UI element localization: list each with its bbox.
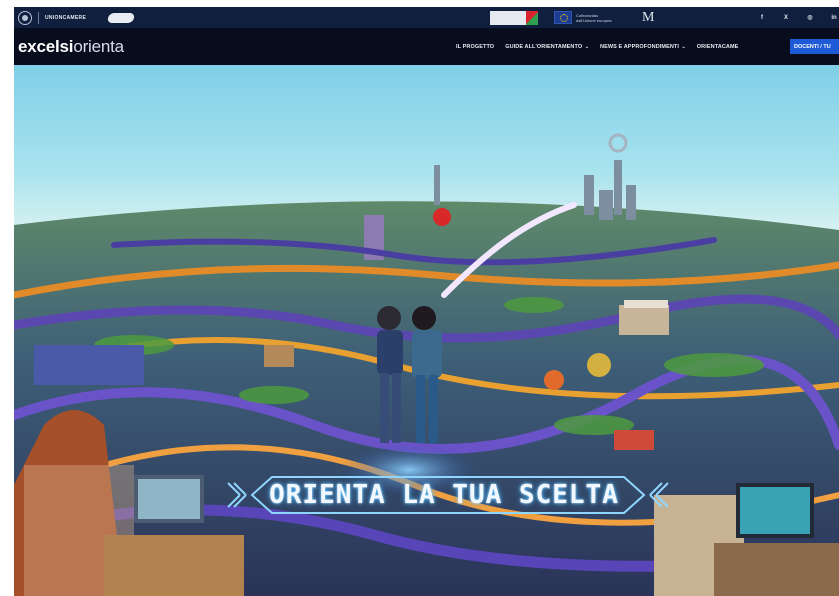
chevron-down-icon: ⌄ [583, 43, 590, 50]
main-navbar: excelsiorienta IL PROGETTO GUIDE ALL'ORI… [14, 28, 839, 65]
divider [38, 11, 39, 24]
top-bar: UNIONCAMERE Cofinanziato dall'Unione eur… [14, 7, 839, 28]
unioncamere-emblem-icon [18, 10, 32, 25]
nav-il-progetto[interactable]: IL PROGETTO [456, 44, 494, 50]
logo-light: orienta [73, 36, 124, 56]
unioncamere-link[interactable]: UNIONCAMERE [45, 15, 86, 21]
docenti-button[interactable]: DOCENTI / TU [790, 39, 839, 54]
primary-nav: IL PROGETTO GUIDE ALL'ORIENTAMENTO ⌄ NEW… [456, 28, 738, 65]
nav-label: NEWS E APPROFONDIMENTI [600, 43, 680, 50]
hero-banner-image: ORIENTA LA TUA SCELTA [14, 65, 839, 596]
top-bar-left: UNIONCAMERE [14, 10, 136, 25]
tower-ring [608, 133, 628, 153]
nav-label: IL PROGETTO [456, 43, 495, 50]
eu-cofunding-logo[interactable]: Cofinanziato dall'Unione europea [554, 11, 616, 24]
hero-headline: ORIENTA LA TUA SCELTA [234, 463, 654, 527]
hero-headline-text: ORIENTA LA TUA SCELTA [269, 480, 619, 510]
italy-partner-logo-icon[interactable] [490, 10, 538, 25]
instagram-icon[interactable]: ◎ [806, 14, 814, 21]
eu-cofunding-text: Cofinanziato dall'Unione europea [576, 12, 612, 23]
ministry-logo-letter: M [642, 9, 655, 25]
nav-guide-orientamento[interactable]: GUIDE ALL'ORIENTAMENTO ⌄ [505, 44, 589, 50]
eu-flag-icon [554, 11, 572, 24]
facebook-icon[interactable]: f [758, 15, 766, 21]
nav-news-approfondimenti[interactable]: NEWS E APPROFONDIMENTI ⌄ [600, 44, 686, 50]
ministry-logo[interactable]: M [642, 10, 654, 26]
x-icon[interactable]: X [782, 15, 790, 21]
nav-orientacame[interactable]: ORIENTACAME [697, 44, 739, 50]
social-links: f X ◎ in ▶ [758, 14, 839, 22]
apple-icon [433, 208, 451, 226]
linkedin-icon[interactable]: in [830, 15, 838, 21]
partner-badge-icon[interactable] [107, 12, 136, 23]
chevron-down-icon: ⌄ [680, 43, 686, 50]
nav-label: ORIENTACAME [696, 43, 739, 50]
partner-logos: Cofinanziato dall'Unione europea M [490, 10, 654, 26]
logo-bold: excelsi [18, 36, 74, 56]
nav-label: GUIDE ALL'ORIENTAMENTO [505, 43, 583, 50]
site-logo[interactable]: excelsiorienta [18, 37, 124, 57]
